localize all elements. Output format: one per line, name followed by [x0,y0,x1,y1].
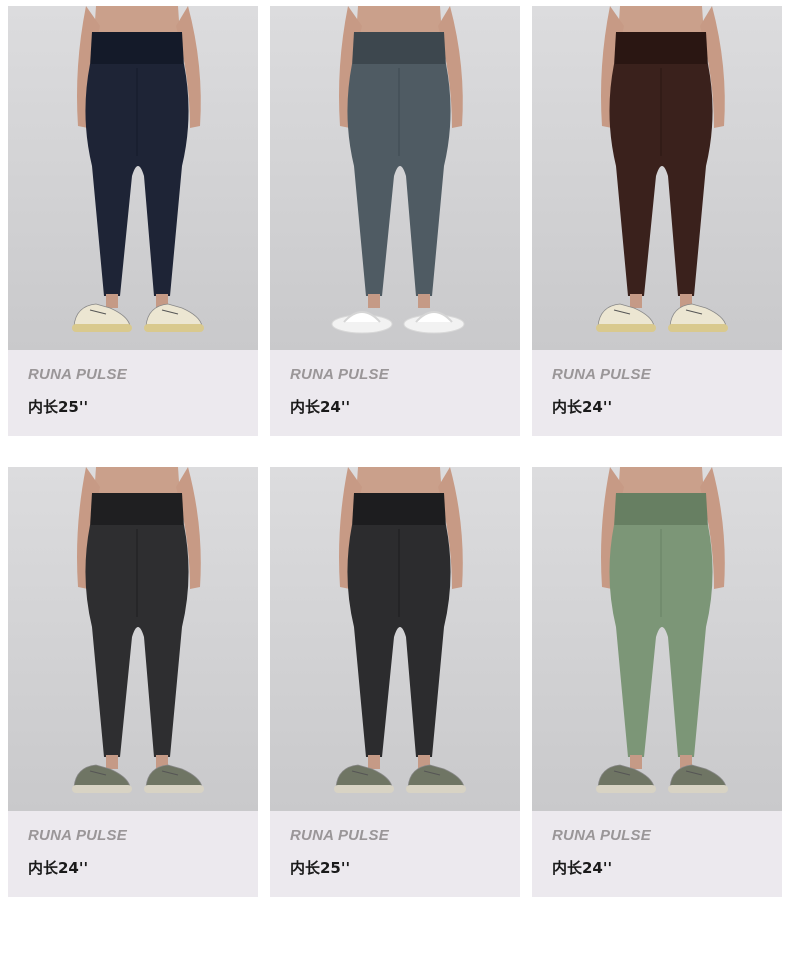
brand-name: RUNA PULSE [290,827,389,844]
product-photo[interactable] [270,467,520,811]
inseam-length: 内长25'' [290,859,351,877]
inseam-length: 内长24'' [552,859,613,877]
inseam-length: 内长25'' [28,398,89,416]
inseam-length: 内长24'' [290,398,351,416]
product-photo[interactable] [270,6,520,350]
leggings-illustration [532,467,782,811]
inseam-length: 内长24'' [28,859,89,877]
brand-name: RUNA PULSE [28,827,127,844]
brand-name: RUNA PULSE [552,366,651,383]
brand-name: RUNA PULSE [28,366,127,383]
inseam-length: 内长24'' [552,398,613,416]
leggings-illustration [8,6,258,350]
product-card[interactable]: RUNA PULSE 内长25'' [270,467,520,897]
leggings-illustration [532,6,782,350]
leggings-illustration [8,467,258,811]
product-photo[interactable] [532,6,782,350]
product-card[interactable]: RUNA PULSE 内长24'' [532,467,782,897]
leggings-illustration [270,6,520,350]
product-card[interactable]: RUNA PULSE 内长24'' [270,6,520,436]
product-photo[interactable] [8,6,258,350]
product-photo[interactable] [8,467,258,811]
product-photo[interactable] [532,467,782,811]
product-card[interactable]: RUNA PULSE 内长25'' [8,6,258,436]
product-card[interactable]: RUNA PULSE 内长24'' [8,467,258,897]
product-grid: RUNA PULSE 内长25'' RUNA PULSE 内长24'' RUNA… [0,0,790,954]
product-card[interactable]: RUNA PULSE 内长24'' [532,6,782,436]
leggings-illustration [270,467,520,811]
brand-name: RUNA PULSE [552,827,651,844]
brand-name: RUNA PULSE [290,366,389,383]
